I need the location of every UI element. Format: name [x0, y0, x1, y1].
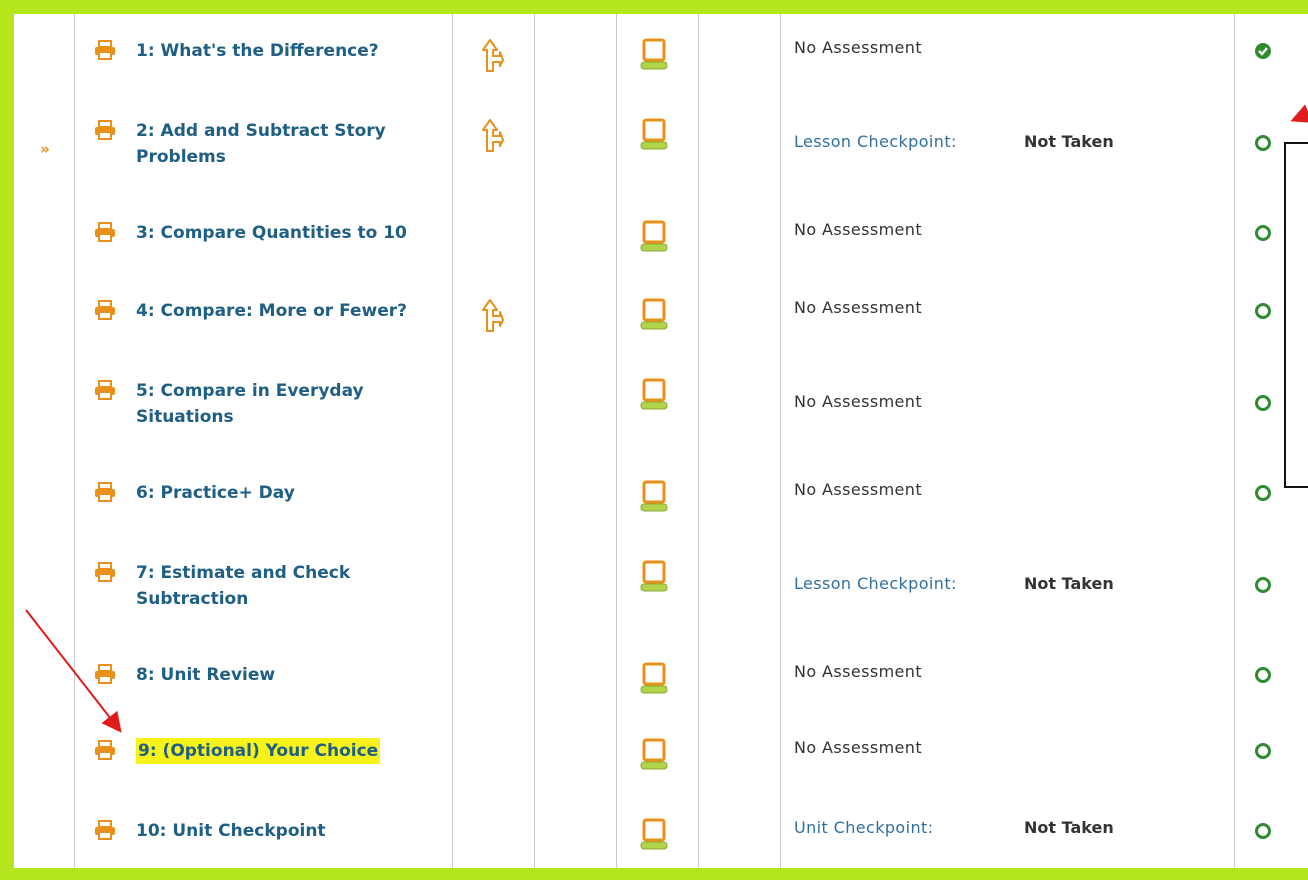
- computer-icon[interactable]: [630, 284, 678, 368]
- assessment-link[interactable]: Unit Checkpoint:: [794, 804, 964, 876]
- lesson-title-link[interactable]: 6: Practice+ Day: [136, 466, 454, 550]
- lesson-title-link[interactable]: 1: What's the Difference?: [136, 24, 454, 108]
- computer-icon[interactable]: [630, 546, 678, 650]
- lesson-title-text: 2: Add and Subtract Story Problems: [136, 121, 386, 167]
- lesson-row: 6: Practice+ Day No Assessment: [14, 466, 1308, 536]
- assessment-label: No Assessment: [794, 38, 923, 57]
- lesson-title-text: 3: Compare Quantities to 10: [136, 223, 407, 243]
- assessment-label: No Assessment: [794, 662, 923, 681]
- empty-circle-icon: [1250, 206, 1276, 292]
- empty-circle-icon: [1250, 804, 1276, 880]
- lesson-title-text: 10: Unit Checkpoint: [136, 821, 326, 841]
- lesson-row: 5: Compare in Everyday Situations No Asse…: [14, 364, 1308, 454]
- lesson-title-link[interactable]: 10: Unit Checkpoint: [136, 804, 454, 876]
- signpost-icon[interactable]: [462, 24, 522, 108]
- computer-icon[interactable]: [630, 364, 678, 468]
- assessment-link[interactable]: Lesson Checkpoint:: [794, 104, 964, 222]
- printer-icon[interactable]: [90, 284, 120, 370]
- assessment-label: No Assessment: [794, 220, 923, 239]
- lesson-title-link[interactable]: 4: Compare: More or Fewer?: [136, 284, 454, 368]
- printer-icon[interactable]: [90, 24, 120, 110]
- lesson-title-text: 8: Unit Review: [136, 665, 276, 685]
- signpost-icon[interactable]: [462, 284, 522, 368]
- computer-icon[interactable]: [630, 804, 678, 876]
- empty-circle-icon: [1250, 724, 1276, 812]
- check-circle-icon: [1250, 24, 1276, 112]
- lesson-title-link[interactable]: 8: Unit Review: [136, 648, 454, 728]
- computer-icon[interactable]: [630, 104, 678, 208]
- printer-icon[interactable]: [90, 804, 120, 878]
- assessment-label: No Assessment: [794, 738, 923, 757]
- lesson-row: 9: (Optional) Your Choice No Assessment: [14, 724, 1308, 794]
- assessment-label: No Assessment: [794, 392, 923, 411]
- empty-circle-icon: [1250, 648, 1276, 732]
- printer-icon[interactable]: [90, 206, 120, 290]
- assessment-label: No Assessment: [794, 480, 923, 499]
- lesson-title-link[interactable]: 3: Compare Quantities to 10: [136, 206, 454, 288]
- assessment-link[interactable]: Lesson Checkpoint:: [794, 546, 964, 664]
- assessment-label: No Assessment: [794, 298, 923, 317]
- lesson-title-text: 4: Compare: More or Fewer?: [136, 301, 408, 321]
- computer-icon[interactable]: [630, 466, 678, 550]
- lesson-title-text: 5: Compare in Everyday Situations: [136, 381, 364, 427]
- printer-icon[interactable]: [90, 546, 120, 652]
- computer-icon[interactable]: [630, 206, 678, 288]
- lesson-title-link[interactable]: 5: Compare in Everyday Situations: [136, 364, 454, 468]
- printer-icon[interactable]: [90, 466, 120, 552]
- signpost-icon[interactable]: [462, 104, 522, 208]
- lesson-title-link[interactable]: 7: Estimate and Check Subtraction: [136, 546, 454, 650]
- current-lesson-marker: »: [40, 140, 50, 158]
- lesson-row: » 2: Add and Subtract Story Problems Lesso…: [14, 104, 1308, 194]
- lesson-title-text: 1: What's the Difference?: [136, 41, 379, 61]
- lesson-row: 4: Compare: More or Fewer? No Assessment: [14, 284, 1308, 354]
- empty-circle-icon: [1250, 284, 1276, 372]
- lesson-row: 7: Estimate and Check Subtraction Lesson …: [14, 546, 1308, 636]
- computer-icon[interactable]: [630, 24, 678, 108]
- assessment-status: Not Taken: [1024, 818, 1114, 837]
- lesson-title-text: 7: Estimate and Check Subtraction: [136, 563, 351, 609]
- printer-icon[interactable]: [90, 648, 120, 730]
- lesson-title-text: 9: (Optional) Your Choice: [136, 738, 381, 764]
- lesson-title-text: 6: Practice+ Day: [136, 483, 295, 503]
- lesson-row: 3: Compare Quantities to 10 No Assessment: [14, 206, 1308, 274]
- empty-circle-icon: [1250, 466, 1276, 554]
- lesson-row: 8: Unit Review No Assessment: [14, 648, 1308, 714]
- lesson-title-link[interactable]: 2: Add and Subtract Story Problems: [136, 104, 454, 208]
- lesson-row: 10: Unit Checkpoint Unit Checkpoint: Not T…: [14, 804, 1308, 862]
- annotation-callout-box: [1284, 142, 1308, 488]
- printer-icon[interactable]: [90, 104, 120, 210]
- assessment-status: Not Taken: [1024, 574, 1114, 593]
- computer-icon[interactable]: [630, 648, 678, 728]
- lesson-list-panel: 1: What's the Difference? No Assessment » 2…: [14, 14, 1308, 868]
- assessment-status: Not Taken: [1024, 132, 1114, 151]
- printer-icon[interactable]: [90, 724, 120, 810]
- printer-icon[interactable]: [90, 364, 120, 470]
- lesson-row: 1: What's the Difference? No Assessment: [14, 24, 1308, 94]
- computer-icon[interactable]: [630, 724, 678, 808]
- lesson-title-link[interactable]: 9: (Optional) Your Choice: [136, 724, 454, 808]
- top-frame-bar: [0, 0, 1308, 14]
